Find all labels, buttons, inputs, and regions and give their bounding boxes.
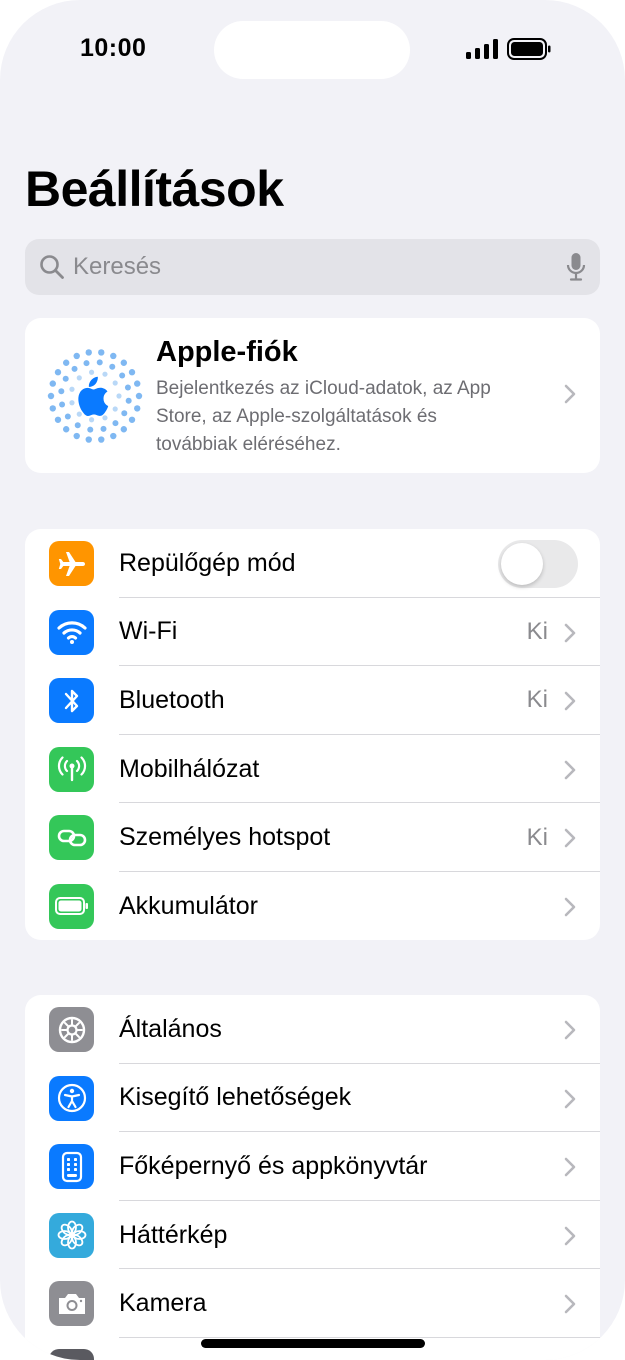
- airplane-mode-toggle[interactable]: [498, 540, 578, 588]
- chevron-right-icon: [564, 1295, 576, 1314]
- connectivity-group: Repülőgép mód Wi-Fi Ki Bluetooth Ki Mobi…: [25, 529, 600, 940]
- row-label: Wi-Fi: [119, 617, 178, 646]
- search-input[interactable]: [73, 253, 566, 281]
- row-cellular[interactable]: Mobilhálózat: [25, 735, 600, 804]
- accessibility-icon: [49, 1075, 94, 1121]
- settings-screen: 10:00 Beállítások Keresés Apple-fiók Bej…: [0, 0, 625, 1360]
- chevron-right-icon: [564, 691, 576, 711]
- row-bluetooth[interactable]: Bluetooth Ki: [25, 666, 600, 735]
- account-title: Apple-fiók: [156, 336, 298, 368]
- row-camera[interactable]: Kamera: [25, 1269, 600, 1338]
- apple-account-card[interactable]: Apple-fiók Bejelentkezés az iCloud-adato…: [25, 318, 600, 473]
- apple-account-avatar: [47, 349, 143, 443]
- chevron-right-icon: [564, 897, 576, 917]
- row-label: Bluetooth: [119, 685, 225, 714]
- row-value: Ki: [526, 823, 548, 851]
- cellular-signal-icon: [466, 39, 498, 59]
- general-group: Általános Kisegítő lehetőségek Főképerny…: [25, 995, 600, 1360]
- row-label: Repülőgép mód: [119, 548, 296, 577]
- chevron-right-icon: [564, 829, 576, 848]
- row-label: Mobilhálózat: [119, 754, 260, 783]
- battery-status-icon: [507, 38, 551, 60]
- chevron-right-icon: [564, 1020, 576, 1040]
- row-wallpaper[interactable]: Háttérkép: [25, 1201, 600, 1270]
- home-screen-icon: [49, 1144, 94, 1190]
- chevron-right-icon: [564, 1157, 576, 1177]
- airplane-icon: [49, 541, 94, 586]
- row-personal-hotspot[interactable]: Személyes hotspot Ki: [25, 803, 600, 872]
- row-label: Személyes hotspot: [119, 823, 331, 852]
- status-time: 10:00: [80, 34, 147, 62]
- row-label: Általános: [119, 1014, 222, 1043]
- battery-icon: [49, 883, 94, 929]
- row-value: Ki: [526, 686, 548, 714]
- apple-logo-icon: [78, 376, 109, 417]
- antenna-icon: [49, 746, 94, 792]
- chevron-right-icon: [564, 384, 576, 404]
- search-icon: [40, 255, 64, 279]
- row-accessibility[interactable]: Kisegítő lehetőségek: [25, 1064, 600, 1133]
- microphone-icon[interactable]: [566, 252, 586, 282]
- camera-icon: [49, 1281, 94, 1327]
- chevron-right-icon: [564, 1089, 576, 1108]
- chevron-right-icon: [564, 623, 576, 642]
- row-label: Kamera: [119, 1289, 207, 1318]
- wifi-icon: [49, 609, 94, 655]
- next-row-icon-peek: [49, 1349, 94, 1360]
- search-bar[interactable]: [25, 239, 600, 295]
- row-label: Háttérkép: [119, 1220, 228, 1249]
- status-indicators: [466, 38, 551, 60]
- row-wifi[interactable]: Wi-Fi Ki: [25, 598, 600, 667]
- row-label: Főképernyő és appkönyvtár: [119, 1151, 428, 1180]
- row-airplane-mode[interactable]: Repülőgép mód: [25, 529, 600, 598]
- account-description: Bejelentkezés az iCloud-adatok, az App S…: [156, 378, 491, 455]
- row-battery[interactable]: Akkumulátor: [25, 872, 600, 940]
- row-value: Ki: [526, 617, 548, 645]
- chevron-right-icon: [564, 1226, 576, 1246]
- flower-icon: [49, 1212, 94, 1258]
- row-label: Akkumulátor: [119, 891, 258, 920]
- hotspot-link-icon: [49, 815, 94, 861]
- dynamic-island: [214, 21, 410, 79]
- chevron-right-icon: [564, 760, 576, 780]
- row-general[interactable]: Általános: [25, 995, 600, 1064]
- gear-icon: [49, 1007, 94, 1052]
- home-indicator: [201, 1339, 425, 1348]
- bluetooth-icon: [49, 678, 94, 724]
- page-title: Beállítások: [25, 161, 284, 217]
- row-label: Kisegítő lehetőségek: [119, 1083, 352, 1112]
- row-home-screen[interactable]: Főképernyő és appkönyvtár: [25, 1132, 600, 1201]
